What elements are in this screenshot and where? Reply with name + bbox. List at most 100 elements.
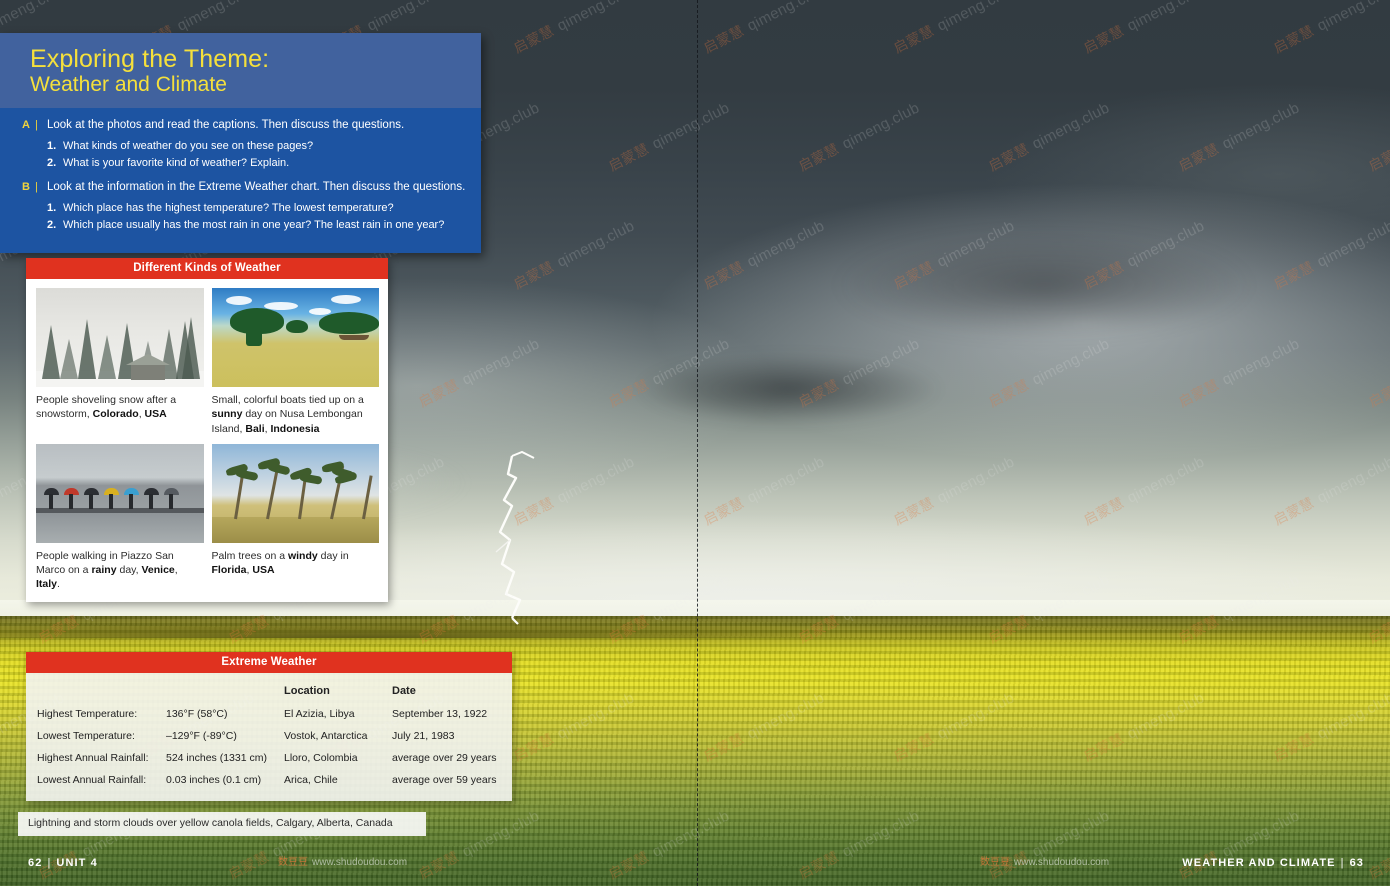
exploring-theme-panel: Exploring the Theme: Weather and Climate… bbox=[0, 33, 481, 254]
caption-bold: Colorado bbox=[92, 408, 139, 421]
list-item: 2. What is your favorite kind of weather… bbox=[47, 156, 467, 171]
caption-bold: rainy bbox=[91, 564, 117, 577]
photo-cell-palm: Palm trees on a windy day in Florida, US… bbox=[211, 443, 380, 592]
page-title-line1: Exploring the Theme: bbox=[30, 45, 270, 73]
caption-bold: Bali bbox=[245, 422, 265, 435]
row-value: –129°F (-89°C) bbox=[166, 730, 237, 742]
caption-bold: USA bbox=[252, 564, 275, 577]
footer-left: 62 | UNIT 4 bbox=[28, 857, 98, 869]
list-item: 1. Which place has the highest temperatu… bbox=[47, 201, 467, 216]
table-row: Highest Temperature: 136°F (58°C) El Azi… bbox=[26, 703, 512, 725]
photo-cell-rain: People walking in Piazzo San Marco on a … bbox=[36, 443, 204, 592]
row-value: 136°F (58°C) bbox=[166, 708, 228, 720]
extreme-weather-table-body: Location Date Highest Temperature: 136°F… bbox=[26, 673, 512, 801]
question-text: What kinds of weather do you see on thes… bbox=[63, 139, 314, 152]
row-label: Lowest Temperature: bbox=[37, 730, 135, 742]
footer-watermark-left: 数豆豆 www.shudoudou.com bbox=[278, 853, 407, 868]
row-value: 0.03 inches (0.1 cm) bbox=[166, 774, 262, 786]
row-label: Highest Annual Rainfall: bbox=[37, 752, 149, 764]
row-label: Lowest Annual Rainfall: bbox=[37, 774, 147, 786]
caption-bold: Venice bbox=[141, 564, 175, 577]
dark-cloud-b-icon bbox=[834, 230, 1254, 341]
footer-right: WEATHER AND CLIMATE | 63 bbox=[1182, 857, 1364, 869]
photo-caption-palm: Palm trees on a windy day in Florida, US… bbox=[212, 549, 380, 578]
row-date: average over 29 years bbox=[392, 752, 497, 764]
theme-panel-header: Exploring the Theme: Weather and Climate bbox=[0, 33, 481, 109]
caption-text: day, bbox=[116, 564, 142, 577]
row-location: El Azizia, Libya bbox=[284, 708, 355, 720]
field-ridge bbox=[0, 616, 1390, 638]
column-header-date: Date bbox=[392, 685, 416, 697]
caption-bold: Indonesia bbox=[270, 422, 320, 435]
page-number-left: 62 bbox=[28, 857, 43, 869]
row-location: Vostok, Antarctica bbox=[284, 730, 368, 742]
footer-watermark-right: 数豆豆 www.shudoudou.com bbox=[980, 853, 1109, 868]
question-text: What is your favorite kind of weather? E… bbox=[63, 157, 290, 170]
exercise-a-letter: A bbox=[22, 119, 30, 132]
footer-separator: | bbox=[47, 857, 52, 869]
caption-text: day in bbox=[317, 549, 349, 562]
row-value: 524 inches (1331 cm) bbox=[166, 752, 267, 764]
unit-label: UNIT 4 bbox=[56, 857, 98, 869]
photo-panel-header: Different Kinds of Weather bbox=[26, 258, 388, 279]
footer-watermark-cn: 数豆豆 bbox=[278, 857, 308, 868]
photo-caption-beach: Small, colorful boats tied up on a sunny… bbox=[212, 393, 380, 436]
photo-cell-snow: People shoveling snow after a snowstorm,… bbox=[36, 288, 204, 436]
page-number-right: 63 bbox=[1349, 857, 1364, 869]
page-title-line2: Weather and Climate bbox=[30, 72, 227, 96]
footer-watermark-url: www.shudoudou.com bbox=[312, 857, 408, 868]
rainy-piazza-photo bbox=[36, 443, 204, 543]
table-row: Highest Annual Rainfall: 524 inches (133… bbox=[26, 747, 512, 769]
footer-watermark-cn: 数豆豆 bbox=[980, 857, 1010, 868]
question-number: 2. bbox=[47, 157, 57, 170]
photo-caption-rain: People walking in Piazzo San Marco on a … bbox=[36, 549, 204, 592]
row-date: July 21, 1983 bbox=[392, 730, 455, 742]
table-row: Lowest Annual Rainfall: 0.03 inches (0.1… bbox=[26, 769, 512, 791]
question-number: 1. bbox=[47, 201, 57, 214]
caption-text: Palm trees on a bbox=[211, 549, 288, 562]
question-number: 1. bbox=[47, 139, 57, 152]
theme-panel-body: A | Look at the photos and read the capt… bbox=[0, 108, 481, 254]
row-date: average over 59 years bbox=[392, 774, 497, 786]
caption-bold: sunny bbox=[211, 408, 243, 421]
question-text: Which place usually has the most rain in… bbox=[63, 218, 445, 231]
column-header-location: Location bbox=[284, 685, 330, 697]
row-label: Highest Temperature: bbox=[37, 708, 138, 720]
background-photo-credit: Lightning and storm clouds over yellow c… bbox=[18, 812, 426, 836]
extreme-weather-table: Location Date Highest Temperature: 136°F… bbox=[26, 681, 512, 791]
lightning-bolt-icon bbox=[495, 450, 535, 625]
photo-cell-beach: Small, colorful boats tied up on a sunny… bbox=[211, 288, 380, 436]
windy-palms-photo bbox=[211, 443, 379, 543]
photo-grid: People shoveling snow after a snowstorm,… bbox=[26, 279, 388, 602]
exercise-b-instruction: Look at the information in the Extreme W… bbox=[47, 181, 466, 194]
column-header-metric bbox=[26, 681, 166, 703]
exercise-a-separator: | bbox=[35, 119, 38, 132]
footer-watermark-url: www.shudoudou.com bbox=[1014, 857, 1110, 868]
row-date: September 13, 1922 bbox=[392, 708, 488, 720]
extreme-weather-header: Extreme Weather bbox=[26, 652, 512, 673]
footer-separator: | bbox=[1340, 857, 1345, 869]
unit-title-label: WEATHER AND CLIMATE bbox=[1182, 857, 1336, 869]
photo-caption-snow: People shoveling snow after a snowstorm,… bbox=[36, 393, 204, 422]
question-text: Which place has the highest temperature?… bbox=[63, 201, 394, 214]
snowy-forest-photo bbox=[36, 288, 204, 387]
list-item: 1. What kinds of weather do you see on t… bbox=[47, 139, 467, 154]
exercise-b-row: B | Look at the information in the Extre… bbox=[22, 180, 467, 196]
question-number: 2. bbox=[47, 218, 57, 231]
page-gutter-line bbox=[697, 0, 698, 886]
caption-bold: USA bbox=[144, 408, 167, 421]
exercise-a-questions: 1. What kinds of weather do you see on t… bbox=[47, 139, 467, 171]
row-location: Arica, Chile bbox=[284, 774, 338, 786]
exercise-a-row: A | Look at the photos and read the capt… bbox=[22, 118, 467, 134]
exercise-b-questions: 1. Which place has the highest temperatu… bbox=[47, 201, 467, 233]
extreme-weather-panel: Extreme Weather Location Date Highest Te… bbox=[26, 652, 512, 801]
caption-text: , bbox=[174, 564, 178, 577]
dark-cloud-a-icon bbox=[639, 354, 940, 425]
caption-bold: Florida bbox=[211, 564, 247, 577]
caption-text: . bbox=[57, 578, 60, 591]
caption-bold: Italy bbox=[36, 578, 58, 591]
caption-bold: windy bbox=[287, 549, 318, 562]
table-header-row: Location Date bbox=[26, 681, 512, 703]
table-row: Lowest Temperature: –129°F (-89°C) Vosto… bbox=[26, 725, 512, 747]
list-item: 2. Which place usually has the most rain… bbox=[47, 218, 467, 233]
